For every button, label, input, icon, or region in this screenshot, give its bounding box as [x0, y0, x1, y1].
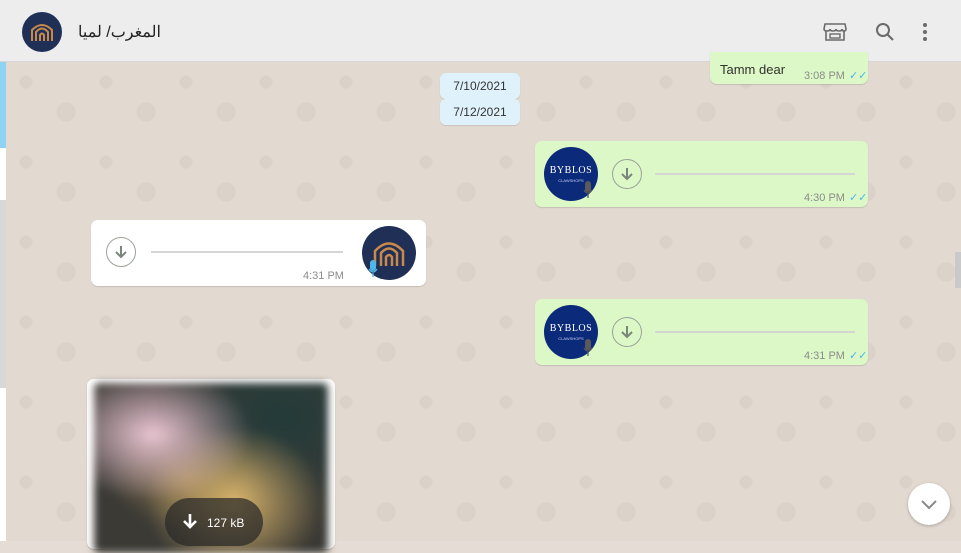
voice-message-incoming[interactable]: 4:31 PM — [91, 220, 426, 286]
download-arrow-icon — [115, 246, 127, 259]
date-chip: 7/12/2021 — [440, 99, 520, 125]
read-ticks-icon: ✓✓ — [848, 350, 868, 362]
image-download-button[interactable]: 127 kB — [165, 498, 263, 546]
voice-message-outgoing[interactable]: BYBLOS CLAWSHOPS 4:30 PM ✓✓ — [535, 141, 868, 207]
download-arrow-icon — [183, 514, 197, 529]
download-arrow-icon — [621, 168, 633, 181]
scroll-to-bottom-button[interactable] — [908, 483, 950, 525]
message-time: 4:31 PM ✓✓ — [804, 350, 868, 362]
message-time: 3:08 PM ✓✓ — [804, 70, 868, 82]
avatar-logo-text: BYBLOS — [549, 323, 593, 334]
store-icon[interactable] — [822, 20, 848, 44]
date-chip: 7/10/2021 — [440, 73, 520, 99]
audio-progress-track[interactable] — [151, 251, 343, 253]
microphone-icon — [583, 339, 593, 356]
message-time: 4:31 PM — [303, 270, 344, 282]
arch-logo-icon — [31, 24, 53, 41]
read-ticks-icon: ✓✓ — [848, 70, 868, 82]
scrollbar-thumb[interactable] — [955, 252, 961, 288]
microphone-icon — [583, 181, 593, 198]
image-size: 127 kB — [207, 516, 245, 530]
read-ticks-icon: ✓✓ — [848, 192, 868, 204]
message-text: Tamm dear — [720, 62, 786, 77]
search-icon[interactable] — [872, 20, 898, 44]
audio-progress-track[interactable] — [655, 173, 855, 175]
download-audio-button[interactable] — [612, 317, 642, 347]
audio-progress-track[interactable] — [655, 331, 855, 333]
contact-avatar[interactable] — [22, 12, 62, 52]
download-audio-button[interactable] — [106, 237, 136, 267]
contact-name[interactable]: المغرب/ لميا — [78, 22, 161, 42]
voice-message-outgoing[interactable]: BYBLOS CLAWSHOPS 4:31 PM ✓✓ — [535, 299, 868, 365]
message-time: 4:30 PM ✓✓ — [804, 192, 868, 204]
download-arrow-icon — [621, 326, 633, 339]
chevron-down-icon — [921, 500, 937, 510]
avatar-logo-text: BYBLOS — [549, 165, 593, 176]
microphone-icon — [368, 260, 378, 277]
download-audio-button[interactable] — [612, 159, 642, 189]
menu-icon[interactable] — [912, 20, 936, 44]
message-outgoing-text[interactable]: Tamm dear 3:08 PM ✓✓ — [710, 52, 868, 84]
